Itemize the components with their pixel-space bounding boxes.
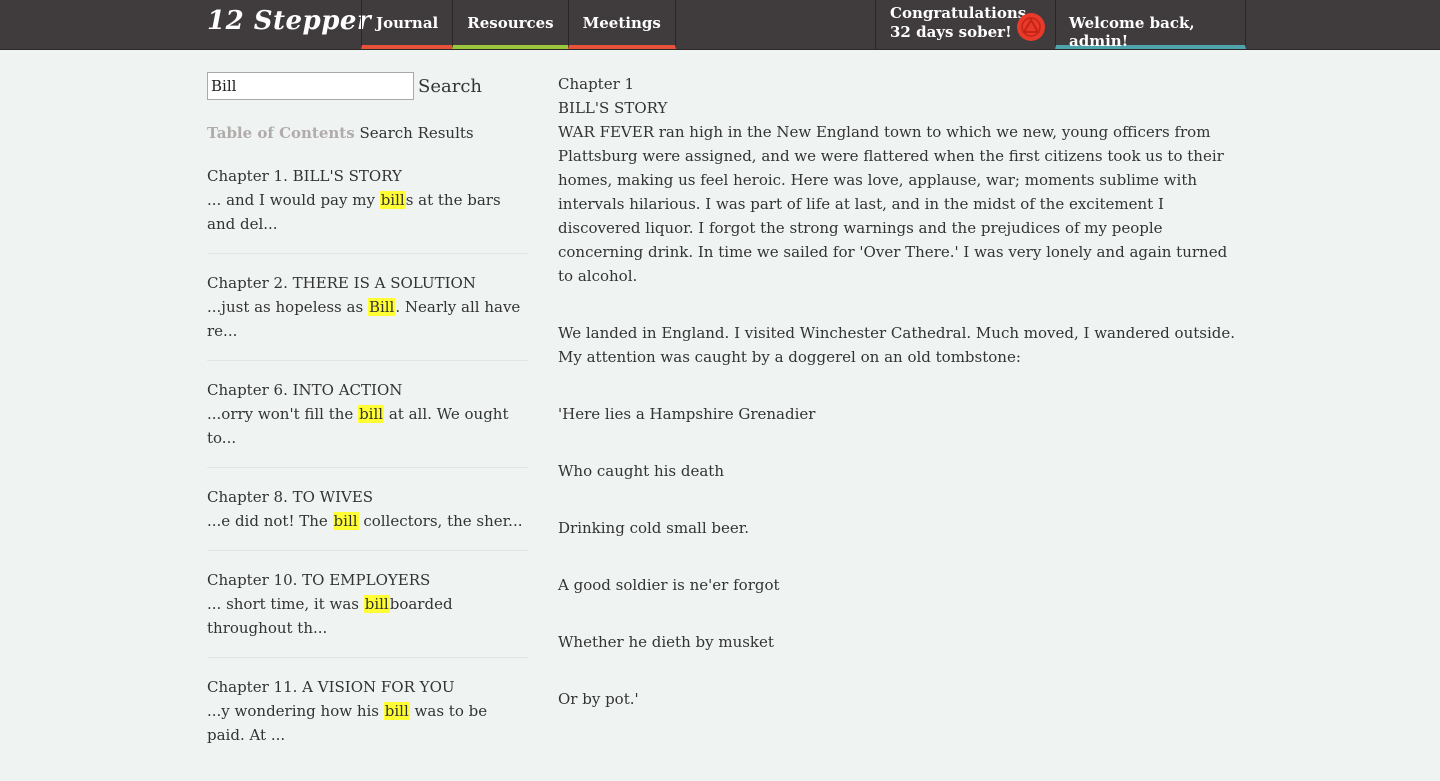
result-snippet: ... and I would pay my bills at the bars…	[207, 188, 528, 236]
search-input[interactable]	[207, 72, 414, 100]
result-title: Chapter 2. THERE IS A SOLUTION	[207, 274, 476, 292]
chapter-content: Chapter 1 BILL'S STORY WAR FEVER ran hig…	[558, 72, 1238, 744]
chapter-label: Chapter 1	[558, 75, 635, 93]
search-highlight: Bill	[367, 298, 396, 316]
top-navigation-bar: 12 Stepper Journal Resources Meetings Co…	[0, 0, 1440, 50]
snippet-text: ...just as hopeless as	[207, 298, 368, 316]
verse-line: Or by pot.'	[558, 690, 639, 708]
search-result-item[interactable]: Chapter 8. TO WIVES ...e did not! The bi…	[207, 485, 528, 551]
search-result-item[interactable]: Chapter 6. INTO ACTION ...orry won't fil…	[207, 378, 528, 468]
welcome-user-menu[interactable]: Welcome back, admin!	[1055, 0, 1246, 50]
snippet-text: ...orry won't fill the	[207, 405, 359, 423]
tab-table-of-contents[interactable]: Table of Contents	[207, 124, 355, 142]
snippet-text: collectors, the sher...	[358, 512, 523, 530]
snippet-text: ... short time, it was	[207, 595, 364, 613]
nav-meetings[interactable]: Meetings	[567, 0, 676, 49]
sidebar: Search Table of Contents Search Results …	[207, 72, 528, 781]
tab-search-results[interactable]: Search Results	[359, 124, 473, 142]
result-title: Chapter 11. A VISION FOR YOU	[207, 678, 455, 696]
search-highlight: bill	[358, 405, 385, 423]
nav-resources[interactable]: Resources	[452, 0, 568, 49]
verse-line: Drinking cold small beer.	[558, 519, 750, 537]
chapter-title: BILL'S STORY	[558, 99, 668, 117]
sidebar-tabs: Table of Contents Search Results	[207, 124, 528, 142]
search-result-item[interactable]: Chapter 1. BILL'S STORY ... and I would …	[207, 164, 528, 254]
search-result-item[interactable]: Chapter 2. THERE IS A SOLUTION ...just a…	[207, 271, 528, 361]
result-snippet: ...just as hopeless as Bill. Nearly all …	[207, 295, 528, 343]
search-highlight: bill	[383, 702, 410, 720]
result-title: Chapter 8. TO WIVES	[207, 488, 374, 506]
result-snippet: ...orry won't fill the bill at all. We o…	[207, 402, 528, 450]
result-snippet: ...y wondering how his bill was to be pa…	[207, 699, 528, 747]
sobriety-counter: Congratulations, 32 days sober!	[875, 0, 1055, 49]
snippet-text: ...e did not! The	[207, 512, 333, 530]
snippet-text: ...y wondering how his	[207, 702, 384, 720]
brand-logo[interactable]: 12 Stepper	[207, 6, 371, 36]
result-title: Chapter 6. INTO ACTION	[207, 381, 403, 399]
chapter-paragraph: WAR FEVER ran high in the New England to…	[558, 123, 1228, 285]
verse-line: Whether he dieth by musket	[558, 633, 774, 651]
nav-journal[interactable]: Journal	[361, 0, 453, 49]
result-title: Chapter 10. TO EMPLOYERS	[207, 571, 431, 589]
result-snippet: ... short time, it was billboarded throu…	[207, 592, 528, 640]
result-title: Chapter 1. BILL'S STORY	[207, 167, 402, 185]
search-result-item[interactable]: Chapter 10. TO EMPLOYERS ... short time,…	[207, 568, 528, 658]
verse-line: Who caught his death	[558, 462, 724, 480]
search-highlight: bill	[332, 512, 359, 530]
result-snippet: ...e did not! The bill collectors, the s…	[207, 509, 528, 533]
user-area: Congratulations, 32 days sober! Welcome …	[875, 0, 1246, 50]
snippet-text: ... and I would pay my	[207, 191, 380, 209]
search-results-list: Chapter 1. BILL'S STORY ... and I would …	[207, 164, 528, 764]
chapter-paragraph: We landed in England. I visited Winchest…	[558, 324, 1236, 366]
search-highlight: bill	[363, 595, 390, 613]
main-nav: Journal Resources Meetings	[361, 0, 676, 49]
search-button[interactable]: Search	[414, 76, 482, 97]
search-result-item[interactable]: Chapter 11. A VISION FOR YOU ...y wonder…	[207, 675, 528, 764]
search-highlight: bill	[379, 191, 406, 209]
search-form: Search	[207, 72, 528, 100]
verse-line: 'Here lies a Hampshire Grenadier	[558, 405, 816, 423]
aa-triangle-icon	[1017, 13, 1045, 41]
verse-line: A good soldier is ne'er forgot	[558, 576, 780, 594]
